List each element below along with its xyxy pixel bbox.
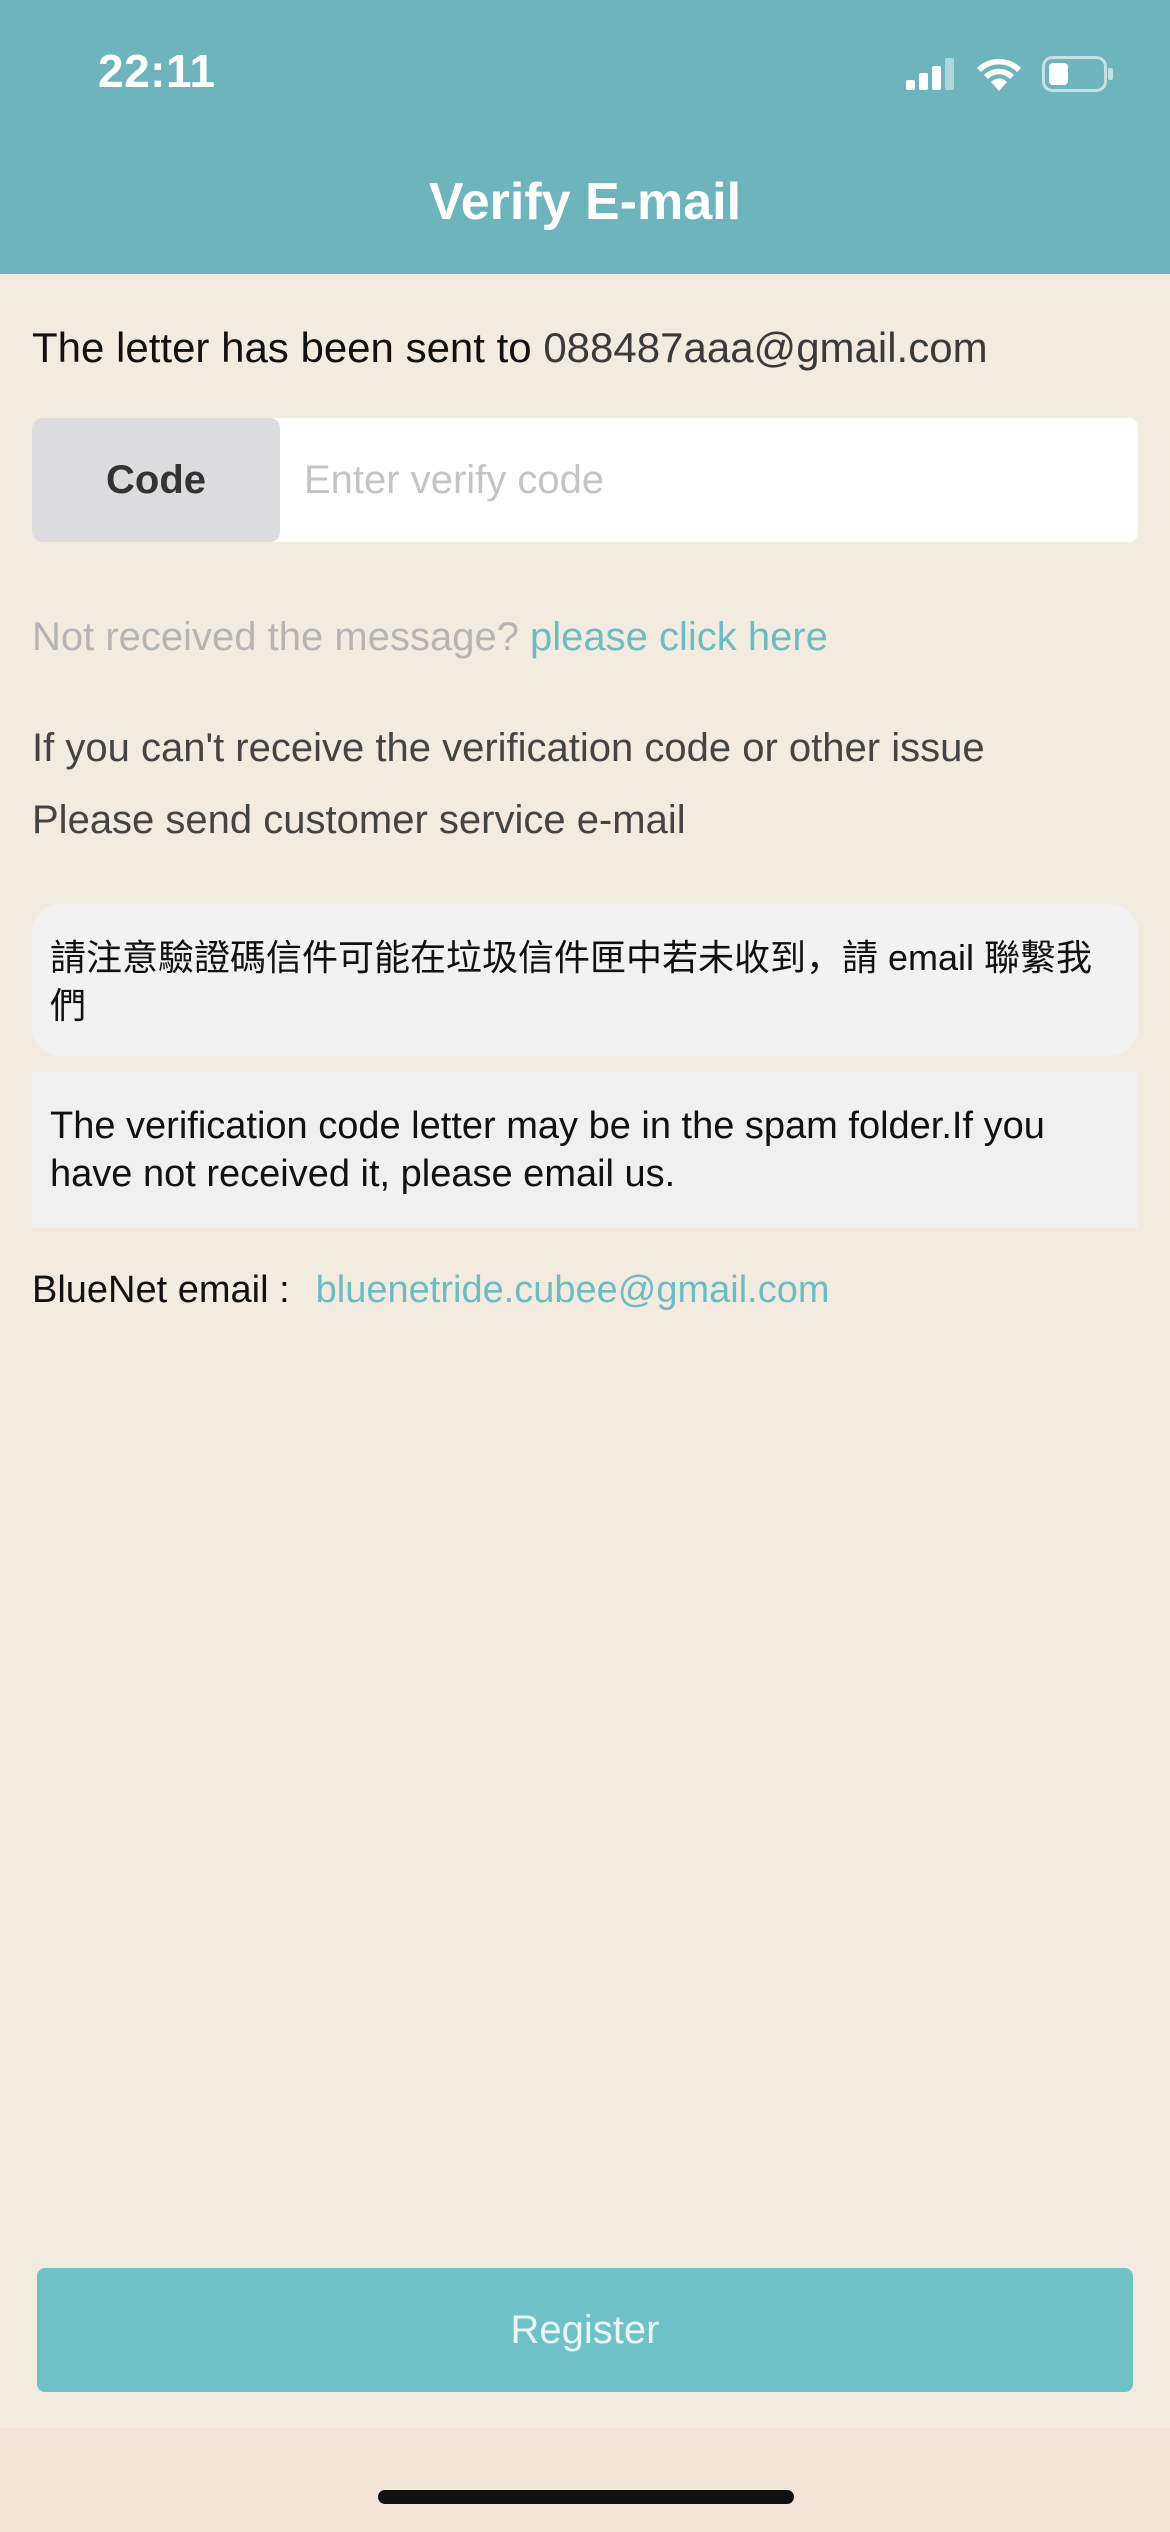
sent-notice-prefix: The letter has been sent to: [32, 324, 544, 371]
spam-notice-chinese: 請注意驗證碼信件可能在垃圾信件匣中若未收到，請 email 聯繫我們: [32, 904, 1138, 1056]
help-line-1: If you can't receive the verification co…: [32, 726, 985, 770]
sent-email: 088487aaa@gmail.com: [543, 324, 988, 371]
home-indicator[interactable]: [378, 2490, 794, 2504]
bottom-bar: [0, 2428, 1170, 2532]
wifi-icon: [977, 58, 1021, 91]
battery-icon: [1042, 56, 1113, 92]
header: 22:11 Verify E-mail: [0, 0, 1170, 274]
status-time: 22:11: [98, 45, 216, 97]
code-label: Code: [32, 418, 280, 542]
bluenet-email-line: BlueNet email : bluenetride.cubee@gmail.c…: [32, 1266, 1138, 1314]
code-field-row: Code: [32, 418, 1138, 542]
cellular-signal-icon: [906, 58, 954, 90]
sent-notice: The letter has been sent to 088487aaa@gm…: [32, 322, 1138, 374]
help-text: If you can't receive the verification co…: [32, 712, 1138, 856]
status-icons: [906, 54, 1114, 94]
resend-line: Not received the message? please click h…: [32, 612, 1138, 662]
page-title: Verify E-mail: [428, 173, 742, 231]
resend-prompt: Not received the message?: [32, 615, 531, 659]
help-line-2: Please send customer service e-mail: [32, 798, 686, 842]
resend-link[interactable]: please click here: [530, 615, 828, 659]
spam-notice-english: The verification code letter may be in t…: [32, 1072, 1138, 1228]
register-button[interactable]: Register: [37, 2268, 1133, 2392]
bluenet-email-label: BlueNet email :: [32, 1269, 290, 1311]
main-content: The letter has been sent to 088487aaa@gm…: [32, 274, 1138, 1314]
bluenet-email-link[interactable]: bluenetride.cubee@gmail.com: [316, 1269, 830, 1311]
verify-code-input[interactable]: [280, 418, 1138, 542]
